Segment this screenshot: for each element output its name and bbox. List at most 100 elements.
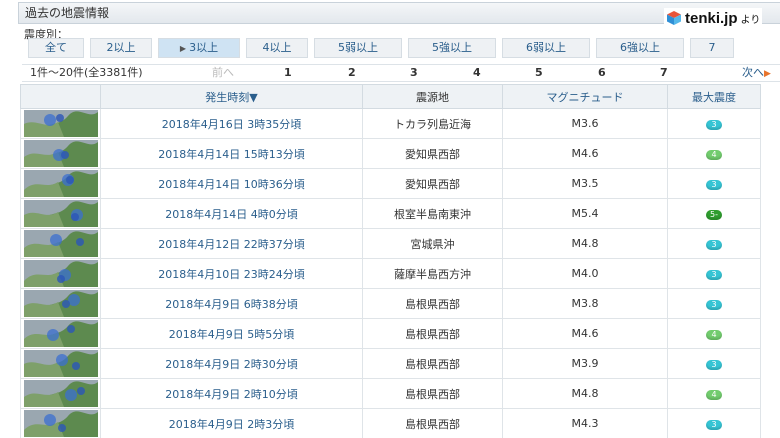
filter-5lower-plus[interactable]: 5弱以上 xyxy=(314,38,402,58)
intensity-cell: 4 xyxy=(667,138,761,169)
epicenter-map-thumbnail[interactable] xyxy=(23,170,98,197)
table-row[interactable]: 2018年4月12日 22時37分頃 宮城県沖 M4.8 3 xyxy=(20,228,761,259)
page-link-6[interactable]: 6 xyxy=(598,65,606,81)
tenki-logo[interactable]: tenki.jp より xyxy=(664,8,763,28)
map-thumbnail-cell[interactable] xyxy=(20,138,101,169)
filter-2plus[interactable]: 2以上 xyxy=(90,38,152,58)
map-thumbnail-cell[interactable] xyxy=(20,108,101,139)
epicenter-map-thumbnail[interactable] xyxy=(23,140,98,167)
map-thumbnail-cell[interactable] xyxy=(20,168,101,199)
page-title: 過去の地震情報 xyxy=(25,6,110,20)
epicenter-map-thumbnail[interactable] xyxy=(23,230,98,257)
epicenter-map-thumbnail[interactable] xyxy=(23,200,98,227)
table-row[interactable]: 2018年4月9日 2時10分頃 島根県西部 M4.8 4 xyxy=(20,378,761,409)
filter-all[interactable]: 全て xyxy=(28,38,84,58)
intensity-badge: 3 xyxy=(706,300,722,310)
magnitude: M5.4 xyxy=(502,198,668,229)
quake-time[interactable]: 2018年4月9日 2時10分頃 xyxy=(100,378,363,409)
header-time[interactable]: 発生時刻▼ xyxy=(100,84,363,109)
filter-3plus-label: 3以上 xyxy=(189,41,219,54)
intensity-cell: 4 xyxy=(667,378,761,409)
magnitude: M3.5 xyxy=(502,168,668,199)
epicenter: 根室半島南東沖 xyxy=(362,198,503,229)
intensity-badge: 3 xyxy=(706,420,722,430)
quake-time[interactable]: 2018年4月14日 10時36分頃 xyxy=(100,168,363,199)
intensity-badge: 5- xyxy=(706,210,722,220)
table-row[interactable]: 2018年4月9日 5時5分頃 島根県西部 M4.6 4 xyxy=(20,318,761,349)
page-link-1[interactable]: 1 xyxy=(284,65,292,81)
table-row[interactable]: 2018年4月9日 6時38分頃 島根県西部 M3.8 3 xyxy=(20,288,761,319)
epicenter-map-thumbnail[interactable] xyxy=(23,110,98,137)
epicenter-map-thumbnail[interactable] xyxy=(23,320,98,347)
header-epicenter: 震源地 xyxy=(362,84,503,109)
filter-6lower-plus[interactable]: 6弱以上 xyxy=(502,38,590,58)
epicenter: 島根県西部 xyxy=(362,348,503,379)
header-magnitude[interactable]: マグニチュード xyxy=(502,84,668,109)
filter-6upper-plus[interactable]: 6強以上 xyxy=(596,38,684,58)
quake-time[interactable]: 2018年4月9日 5時5分頃 xyxy=(100,318,363,349)
intensity-cell: 3 xyxy=(667,408,761,438)
prev-link[interactable]: 前へ xyxy=(212,65,234,81)
table-row[interactable]: 2018年4月16日 3時35分頃 トカラ列島近海 M3.6 3 xyxy=(20,108,761,139)
map-thumbnail-cell[interactable] xyxy=(20,408,101,438)
intensity-cell: 3 xyxy=(667,228,761,259)
page-link-5[interactable]: 5 xyxy=(535,65,543,81)
quake-time[interactable]: 2018年4月16日 3時35分頃 xyxy=(100,108,363,139)
quake-time[interactable]: 2018年4月14日 15時13分頃 xyxy=(100,138,363,169)
table-header-row: 発生時刻▼ 震源地 マグニチュード 最大震度 xyxy=(20,84,761,109)
filter-7[interactable]: 7 xyxy=(690,38,734,58)
epicenter-map-thumbnail[interactable] xyxy=(23,350,98,377)
next-link[interactable]: 次へ▶ xyxy=(742,65,771,82)
header-intensity[interactable]: 最大震度 xyxy=(667,84,761,109)
page-link-7[interactable]: 7 xyxy=(660,65,668,81)
map-thumbnail-cell[interactable] xyxy=(20,228,101,259)
quake-time[interactable]: 2018年4月9日 2時3分頃 xyxy=(100,408,363,438)
magnitude: M3.8 xyxy=(502,288,668,319)
table-row[interactable]: 2018年4月9日 2時3分頃 島根県西部 M4.3 3 xyxy=(20,408,761,438)
intensity-badge: 3 xyxy=(706,180,722,190)
result-count: 1件～20件(全3381件) xyxy=(30,66,143,79)
filter-4plus[interactable]: 4以上 xyxy=(246,38,308,58)
quake-time[interactable]: 2018年4月12日 22時37分頃 xyxy=(100,228,363,259)
page-link-3[interactable]: 3 xyxy=(410,65,418,81)
epicenter: 島根県西部 xyxy=(362,288,503,319)
earthquake-table: 発生時刻▼ 震源地 マグニチュード 最大震度 2018年4月16日 3時35分頃… xyxy=(20,84,761,438)
epicenter: 島根県西部 xyxy=(362,408,503,438)
intensity-cell: 4 xyxy=(667,318,761,349)
magnitude: M4.6 xyxy=(502,138,668,169)
table-row[interactable]: 2018年4月14日 4時0分頃 根室半島南東沖 M5.4 5- xyxy=(20,198,761,229)
filter-3plus[interactable]: ▶ 3以上 xyxy=(158,38,240,58)
epicenter-map-thumbnail[interactable] xyxy=(23,290,98,317)
quake-time[interactable]: 2018年4月10日 23時24分頃 xyxy=(100,258,363,289)
page-link-2[interactable]: 2 xyxy=(348,65,356,81)
map-thumbnail-cell[interactable] xyxy=(20,378,101,409)
quake-time[interactable]: 2018年4月9日 2時30分頃 xyxy=(100,348,363,379)
intensity-badge: 3 xyxy=(706,360,722,370)
map-thumbnail-cell[interactable] xyxy=(20,258,101,289)
epicenter-map-thumbnail[interactable] xyxy=(23,410,98,437)
filter-5upper-plus[interactable]: 5強以上 xyxy=(408,38,496,58)
table-row[interactable]: 2018年4月14日 10時36分頃 愛知県西部 M3.5 3 xyxy=(20,168,761,199)
tenki-cube-icon xyxy=(667,11,681,25)
map-thumbnail-cell[interactable] xyxy=(20,288,101,319)
map-thumbnail-cell[interactable] xyxy=(20,198,101,229)
pagination: 1件～20件(全3381件) 前へ 1 2 3 4 5 6 7 次へ▶ xyxy=(22,64,780,82)
page-link-4[interactable]: 4 xyxy=(473,65,481,81)
header-map xyxy=(20,84,101,109)
map-thumbnail-cell[interactable] xyxy=(20,348,101,379)
intensity-cell: 3 xyxy=(667,168,761,199)
selected-arrow-icon: ▶ xyxy=(179,44,187,53)
table-row[interactable]: 2018年4月9日 2時30分頃 島根県西部 M3.9 3 xyxy=(20,348,761,379)
map-thumbnail-cell[interactable] xyxy=(20,318,101,349)
logo-suffix: より xyxy=(740,14,761,26)
table-row[interactable]: 2018年4月10日 23時24分頃 薩摩半島西方沖 M4.0 3 xyxy=(20,258,761,289)
quake-time[interactable]: 2018年4月14日 4時0分頃 xyxy=(100,198,363,229)
epicenter: 宮城県沖 xyxy=(362,228,503,259)
epicenter-map-thumbnail[interactable] xyxy=(23,380,98,407)
intensity-badge: 3 xyxy=(706,270,722,280)
quake-time[interactable]: 2018年4月9日 6時38分頃 xyxy=(100,288,363,319)
epicenter-map-thumbnail[interactable] xyxy=(23,260,98,287)
table-row[interactable]: 2018年4月14日 15時13分頃 愛知県西部 M4.6 4 xyxy=(20,138,761,169)
intensity-badge: 3 xyxy=(706,240,722,250)
intensity-badge: 4 xyxy=(706,390,722,400)
